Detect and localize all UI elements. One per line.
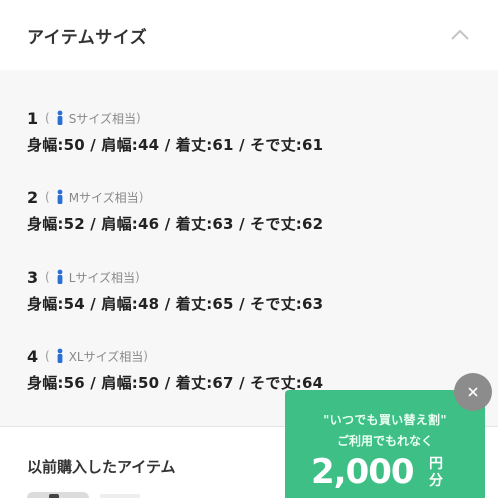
- size-equivalent: ( Mサイズ相当 ): [45, 189, 144, 205]
- size-number: 1: [27, 108, 39, 128]
- size-label: Lサイズ相当: [68, 270, 136, 285]
- section-title: アイテムサイズ: [27, 27, 148, 48]
- person-icon: [55, 110, 65, 126]
- size-list: 1 ( Sサイズ相当 ) 身幅:50 / 肩幅:44 / 着丈:61 / そで丈…: [0, 70, 498, 426]
- promo-subline: ご利用でもれなく: [336, 434, 433, 448]
- size-measurements: 身幅:52 / 肩幅:46 / 着丈:63 / そで丈:62: [27, 215, 324, 233]
- item-size-header[interactable]: アイテムサイズ: [0, 0, 498, 70]
- person-icon: [55, 269, 65, 285]
- chevron-up-icon[interactable]: [449, 24, 471, 46]
- size-label: XLサイズ相当: [68, 349, 144, 364]
- promo-unit: 円分: [429, 456, 443, 489]
- size-number: 2: [27, 187, 39, 207]
- purchased-items-title: 以前購入したアイテム: [27, 458, 176, 476]
- close-icon[interactable]: [454, 373, 492, 411]
- size-measurements: 身幅:50 / 肩幅:44 / 着丈:61 / そで丈:61: [27, 136, 324, 154]
- size-equivalent: ( XLサイズ相当 ): [45, 348, 148, 364]
- size-measurements: 身幅:54 / 肩幅:48 / 着丈:65 / そで丈:63: [27, 295, 324, 313]
- person-icon: [55, 348, 65, 364]
- size-label: Sサイズ相当: [68, 111, 136, 126]
- size-equivalent: ( Sサイズ相当 ): [45, 110, 141, 126]
- size-entry: 2 ( Mサイズ相当 ) 身幅:52 / 肩幅:46 / 着丈:63 / そで丈…: [27, 186, 323, 234]
- size-number: 3: [27, 267, 39, 287]
- size-measurements: 身幅:56 / 肩幅:50 / 着丈:67 / そで丈:64: [27, 374, 324, 392]
- size-number: 4: [27, 346, 39, 366]
- person-icon: [55, 189, 65, 205]
- trade-in-promo-banner[interactable]: "いつでも買い替え割" ご利用でもれなく 2,000 円分: [285, 390, 485, 498]
- item-thumbnail[interactable]: [27, 492, 89, 498]
- item-caption-placeholder: [100, 494, 140, 498]
- size-label: Mサイズ相当: [68, 190, 139, 205]
- size-entry: 3 ( Lサイズ相当 ) 身幅:54 / 肩幅:48 / 着丈:65 / そで丈…: [27, 266, 323, 314]
- size-equivalent: ( Lサイズ相当 ): [45, 269, 140, 285]
- promo-headline: "いつでも買い替え割": [323, 413, 447, 427]
- promo-amount: 2,000: [311, 452, 415, 492]
- size-entry: 4 ( XLサイズ相当 ) 身幅:56 / 肩幅:50 / 着丈:67 / そで…: [27, 345, 323, 393]
- size-entry: 1 ( Sサイズ相当 ) 身幅:50 / 肩幅:44 / 着丈:61 / そで丈…: [27, 107, 323, 155]
